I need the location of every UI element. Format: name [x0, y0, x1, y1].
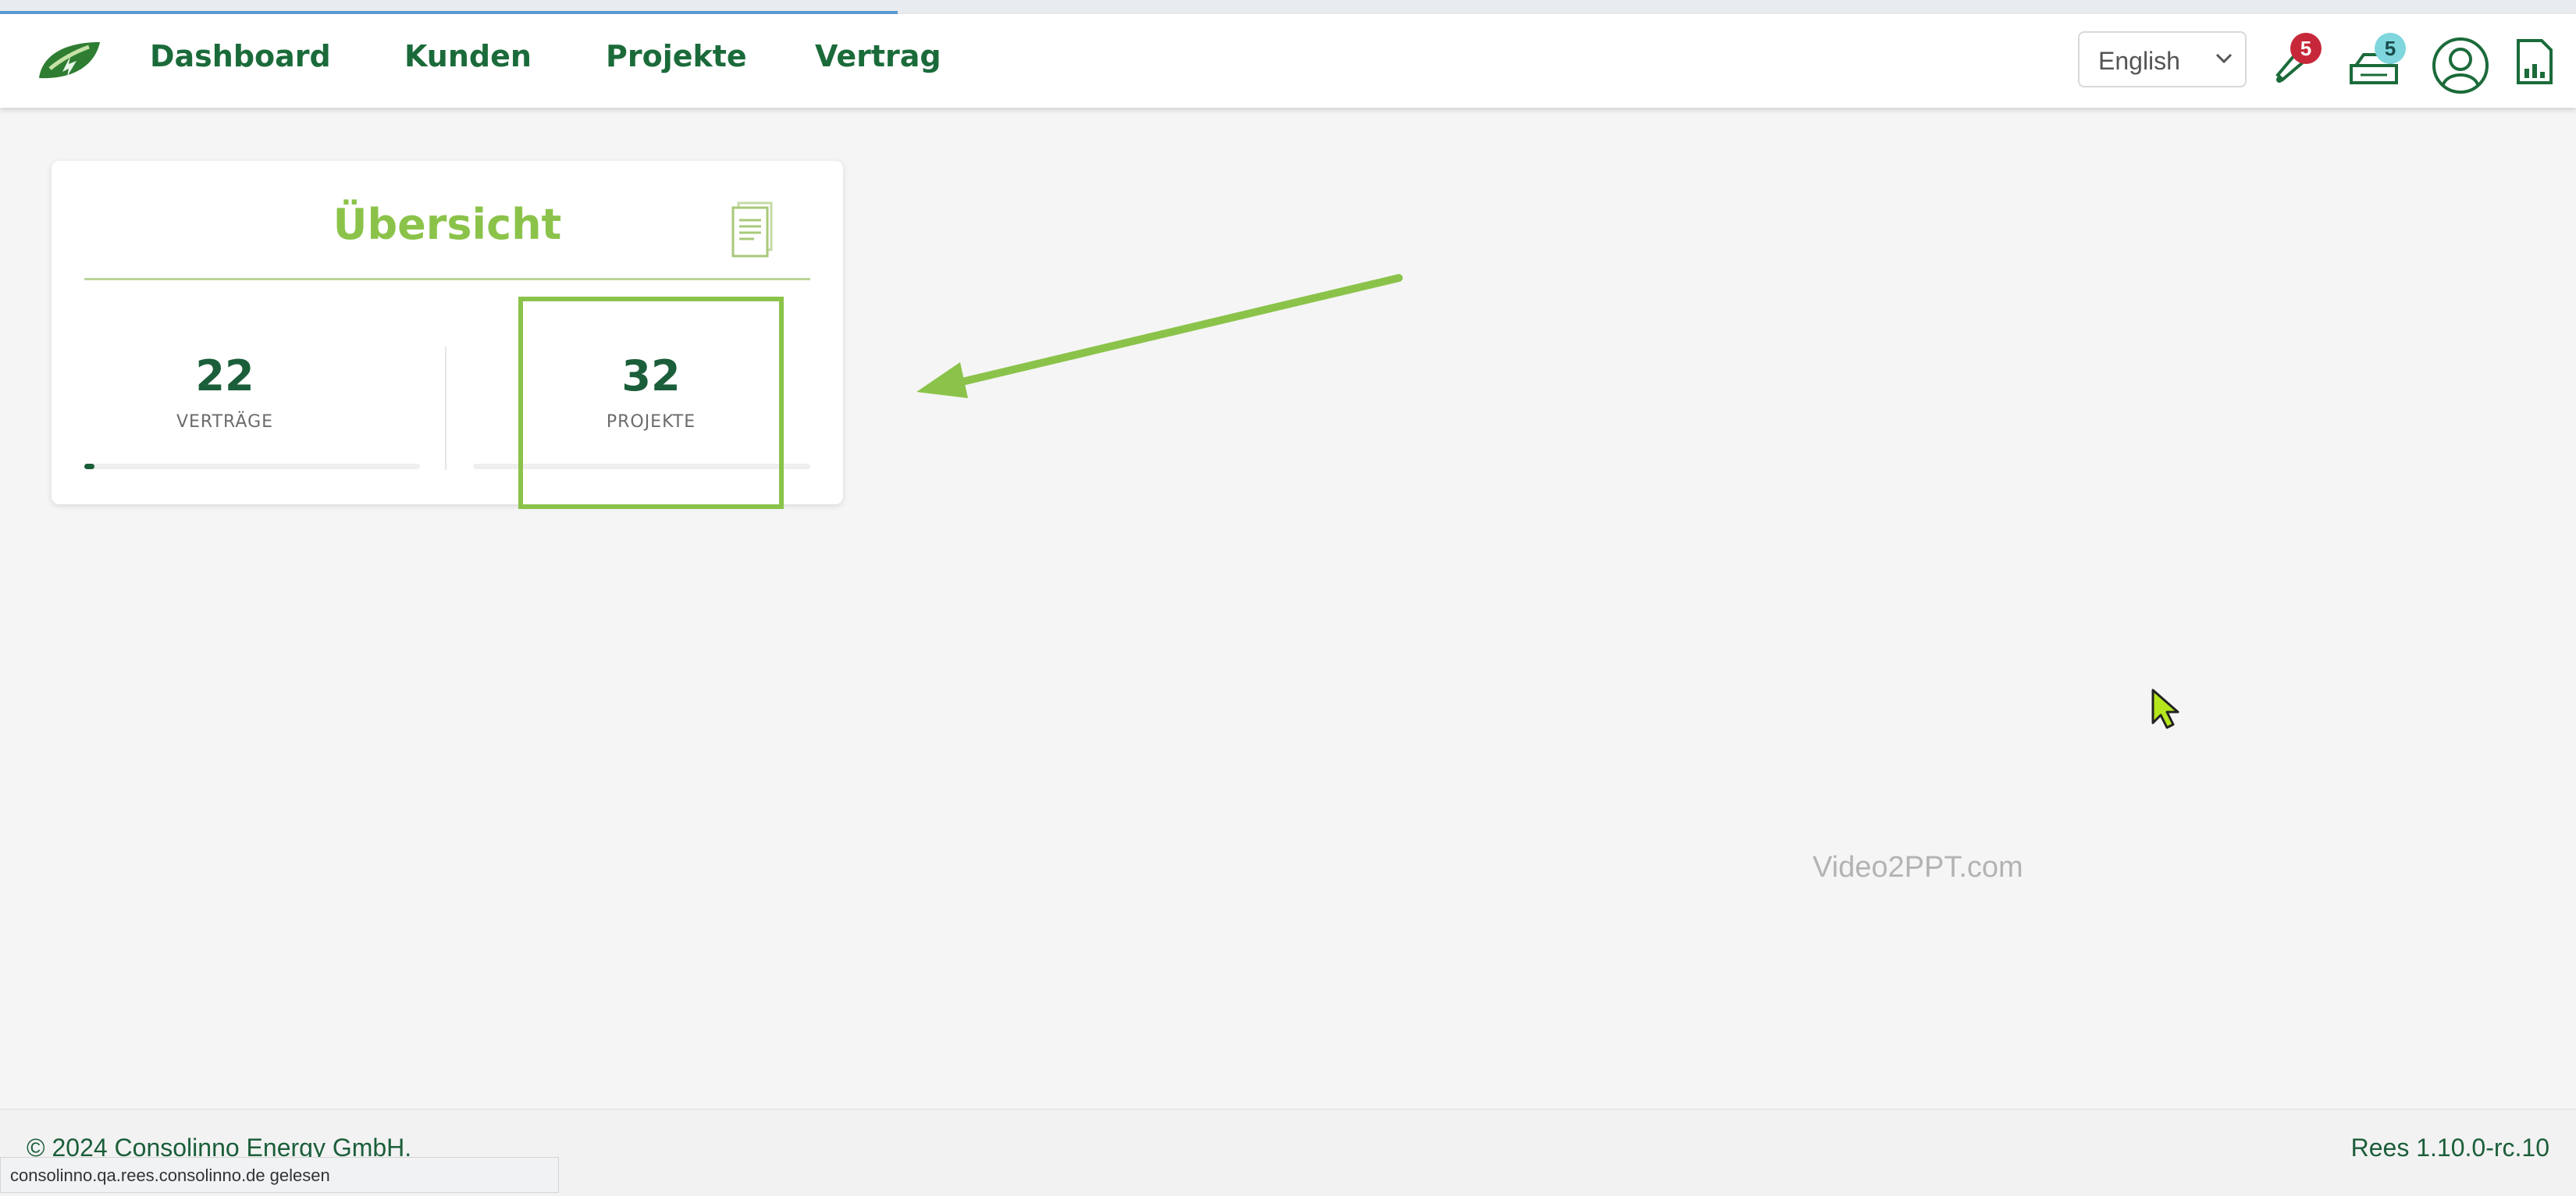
footer-version: Rees 1.10.0-rc.10	[2350, 1134, 2549, 1162]
messages-badge: 5	[2375, 33, 2406, 64]
leaf-logo-icon[interactable]	[34, 37, 105, 84]
browser-status-bar: consolinno.qa.rees.consolinno.de gelesen	[0, 1157, 559, 1193]
watermark: Video2PPT.com	[1813, 851, 2023, 884]
stat-vertraege-label: VERTRÄGE	[176, 412, 274, 432]
overview-divider	[84, 278, 810, 280]
overview-title: Übersicht	[333, 200, 562, 249]
user-profile-icon[interactable]	[2431, 36, 2490, 95]
notifications-badge: 5	[2290, 33, 2322, 64]
mouse-cursor-icon	[2151, 689, 2179, 729]
stat-vertraege-value: 22	[195, 351, 254, 400]
stat-vertraege-progress-fill	[84, 464, 94, 469]
browser-tab-strip	[0, 0, 2576, 14]
language-select-value: English	[2098, 47, 2180, 75]
stat-vertraege-progress	[84, 464, 420, 469]
document-chart-icon[interactable]	[2515, 37, 2554, 86]
highlight-box	[518, 297, 784, 509]
document-icon	[731, 201, 773, 258]
top-navbar: Dashboard Kunden Projekte Vertrag Englis…	[0, 14, 2576, 108]
stat-separator	[445, 347, 447, 470]
nav-kunden[interactable]: Kunden	[404, 39, 532, 73]
nav-projekte[interactable]: Projekte	[606, 39, 747, 73]
notifications-button[interactable]: 5	[2268, 33, 2323, 89]
language-select[interactable]: English	[2078, 31, 2247, 87]
chevron-down-icon	[2215, 53, 2233, 64]
nav-vertrag[interactable]: Vertrag	[815, 39, 941, 73]
messages-button[interactable]: 5	[2348, 33, 2411, 89]
nav-dashboard[interactable]: Dashboard	[150, 39, 331, 73]
annotation-arrow	[916, 274, 1403, 398]
